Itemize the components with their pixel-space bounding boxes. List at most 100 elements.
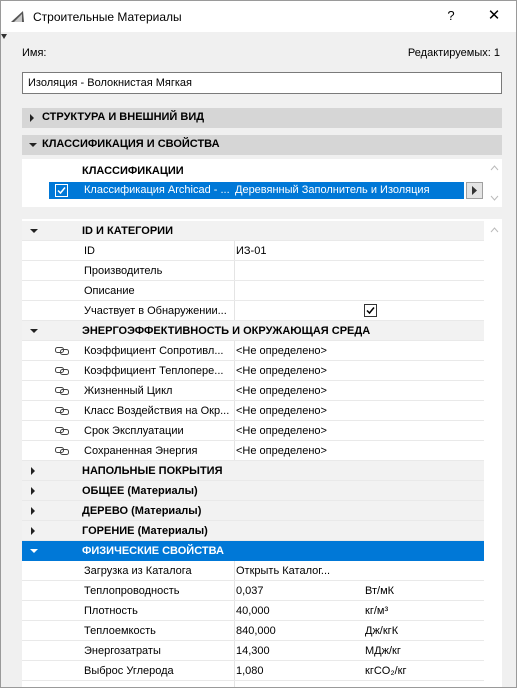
group-label: НАПОЛЬНЫЕ ПОКРЫТИЯ [82,465,223,477]
property-name: Срок Эксплуатации [84,425,184,437]
property-name: Класс Воздействия на Окр... [84,405,230,417]
section-label: СТРУКТУРА И ВНЕШНИЙ ВИД [42,111,205,123]
property-name: Теплоемкость [84,625,156,637]
properties-scrollbar[interactable] [487,221,501,687]
classification-row[interactable]: Классификация Archicad - ... Деревянный … [49,182,464,199]
group-label: ДЕРЕВО (Материалы) [82,505,202,517]
group-id-categories[interactable]: ID И КАТЕГОРИИ [22,221,484,241]
collapsed-triangle-icon [30,114,34,122]
link-icon [55,407,69,415]
property-row[interactable]: Класс Воздействия на Окр... <Не определе… [22,401,484,421]
property-row-manufacturer[interactable]: Производитель [22,261,484,281]
property-row[interactable]: Срок Эксплуатации <Не определено> [22,421,484,441]
pin-icon[interactable] [1,34,7,42]
property-row-embodied-carbon[interactable]: Выброс Углерода 1,080 кгCO₂/кг [22,661,484,681]
property-value[interactable]: <Не определено> [236,345,327,357]
expanded-triangle-icon [29,143,37,147]
property-value[interactable]: 14,300 [236,645,270,657]
expanded-triangle-icon [30,549,38,553]
group-energy-environment[interactable]: ЭНЕРГОЭФФЕКТИВНОСТЬ И ОКРУЖАЮЩАЯ СРЕДА [22,321,484,341]
scroll-up-icon[interactable] [490,165,499,171]
property-unit: Вт/мК [365,585,395,597]
scroll-down-icon[interactable] [490,195,499,201]
property-unit: Дж/кгК [365,625,399,637]
property-row-description[interactable]: Описание [22,281,484,301]
group-label: ЭНЕРГОЭФФЕКТИВНОСТЬ И ОКРУЖАЮЩАЯ СРЕДА [82,325,371,337]
property-name: Теплопроводность [84,585,180,597]
property-name: Коэффициент Сопротивл... [84,345,224,357]
property-name: Производитель [84,265,163,277]
property-value[interactable]: <Не определено> [236,445,327,457]
property-name: Загрузка из Каталога [84,565,192,577]
property-name: Плотность [84,605,138,617]
title-bar: Строительные Материалы ? ✕ [1,1,516,32]
classification-value: Деревянный Заполнитель и Изоляция [235,184,430,196]
property-value[interactable]: <Не определено> [236,385,327,397]
collapsed-triangle-icon [31,487,35,495]
close-button[interactable]: ✕ [479,5,509,27]
group-general-materials[interactable]: ОБЩЕЕ (Материалы) [22,481,484,501]
property-row[interactable]: Коэффициент Сопротивл... <Не определено> [22,341,484,361]
editable-count: Редактируемых: 1 [407,47,500,59]
classifications-scrollbar[interactable] [487,161,501,205]
property-row[interactable]: Жизненный Цикл <Не определено> [22,381,484,401]
classification-picker-button[interactable] [466,182,483,199]
help-button[interactable]: ? [439,5,463,27]
property-unit: кг/м³ [365,605,389,617]
property-value[interactable]: 1,080 [236,665,264,677]
open-catalog-link[interactable]: Открыть Каталог... [236,565,330,577]
group-floor-coverings[interactable]: НАПОЛЬНЫЕ ПОКРЫТИЯ [22,461,484,481]
group-label: ГОРЕНИЕ (Материалы) [82,525,208,537]
group-wood-materials[interactable]: ДЕРЕВО (Материалы) [22,501,484,521]
clash-detection-checkbox[interactable] [364,304,377,317]
classification-system: Классификация Archicad - ... [84,184,230,196]
property-row-catalog[interactable]: Загрузка из Каталога Открыть Каталог... [22,561,484,581]
collapsed-triangle-icon [31,467,35,475]
property-row-clash-detection[interactable]: Участвует в Обнаружении... [22,301,484,321]
property-row-density[interactable]: Плотность 40,000 кг/м³ [22,601,484,621]
property-row-thermal-conductivity[interactable]: Теплопроводность 0,037 Вт/мК [22,581,484,601]
section-classification-properties[interactable]: КЛАССИФИКАЦИЯ И СВОЙСТВА [22,135,502,155]
scroll-up-icon[interactable] [490,227,499,233]
play-arrow-icon [472,186,477,195]
property-row-heat-capacity[interactable]: Теплоемкость 840,000 Дж/кгК [22,621,484,641]
section-label: КЛАССИФИКАЦИЯ И СВОЙСТВА [42,138,220,150]
property-name: Энергозатраты [84,645,161,657]
group-combustion-materials[interactable]: ГОРЕНИЕ (Материалы) [22,521,484,541]
property-row[interactable]: Коэффициент Теплопере... <Не определено> [22,361,484,381]
section-structure-appearance[interactable]: СТРУКТУРА И ВНЕШНИЙ ВИД [22,108,502,128]
expanded-triangle-icon [30,329,38,333]
collapsed-triangle-icon [31,527,35,535]
material-name-input[interactable]: Изоляция - Волокнистая Мягкая [22,72,502,94]
collapsed-triangle-icon [31,507,35,515]
group-physical-properties[interactable]: ФИЗИЧЕСКИЕ СВОЙСТВА [22,541,484,561]
property-unit: кгCO₂/кг [365,665,407,677]
property-row[interactable]: Сохраненная Энергия <Не определено> [22,441,484,461]
property-value[interactable]: <Не определено> [236,405,327,417]
property-name: Коэффициент Теплопере... [84,365,224,377]
group-label: ОБЩЕЕ (Материалы) [82,485,198,497]
property-value[interactable]: <Не определено> [236,425,327,437]
property-name: Участвует в Обнаружении... [84,305,227,317]
property-name: Жизненный Цикл [84,385,173,397]
property-value[interactable]: 0,037 [236,585,264,597]
property-value[interactable]: 40,000 [236,605,270,617]
property-name: Описание [84,285,135,297]
checkmark-icon [366,307,375,315]
link-icon [55,387,69,395]
property-name: ID [84,245,95,257]
property-value[interactable]: ИЗ-01 [236,245,266,257]
classifications-header: КЛАССИФИКАЦИИ [82,165,184,177]
property-unit: МДж/кг [365,645,401,657]
property-value[interactable]: <Не определено> [236,365,327,377]
property-name: Сохраненная Энергия [84,445,198,457]
archicad-icon [11,11,24,22]
classification-checkbox[interactable] [55,184,68,197]
building-materials-dialog: Строительные Материалы ? ✕ Имя: Редактир… [0,0,517,688]
link-icon [55,347,69,355]
property-row-id[interactable]: ID ИЗ-01 [22,241,484,261]
expanded-triangle-icon [30,229,38,233]
checkmark-icon [57,187,66,195]
property-row-embodied-energy[interactable]: Энергозатраты 14,300 МДж/кг [22,641,484,661]
property-value[interactable]: 840,000 [236,625,276,637]
